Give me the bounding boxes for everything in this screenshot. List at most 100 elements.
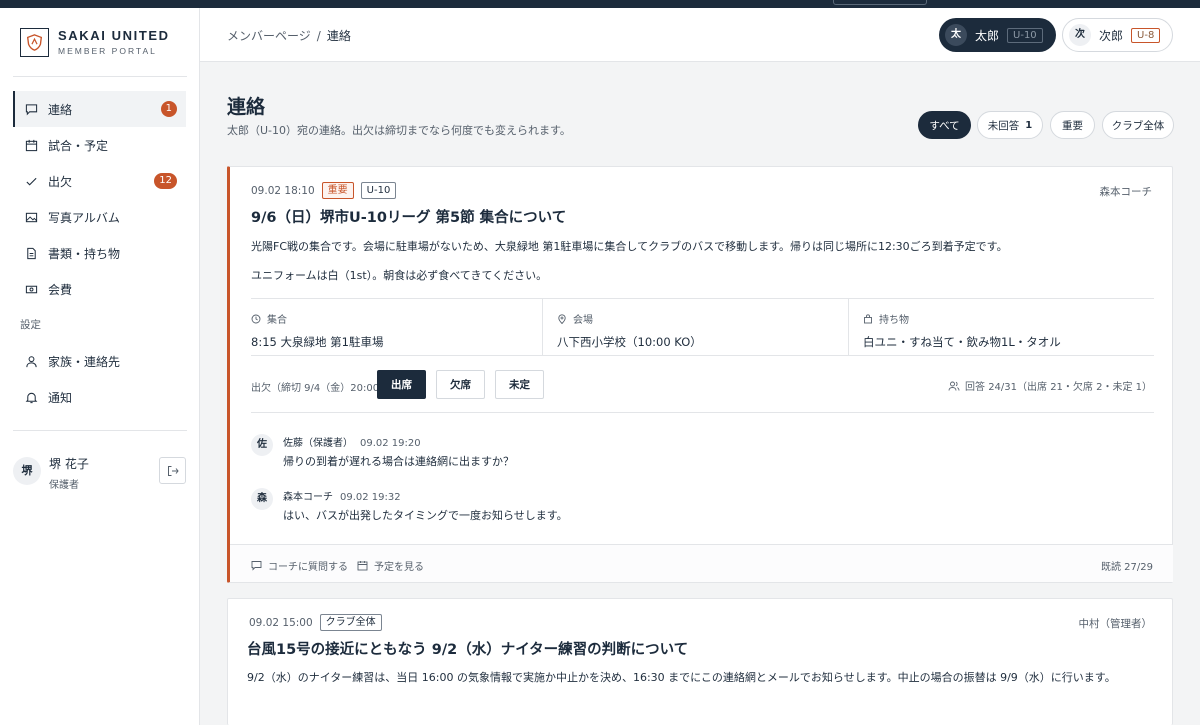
bell-icon: [24, 390, 38, 404]
people-icon: [948, 381, 960, 391]
nav-label: 連絡: [48, 102, 73, 117]
nav-item-album[interactable]: 写真アルバム: [13, 199, 186, 235]
message-icon: [24, 102, 38, 116]
clock-icon: [251, 314, 261, 323]
filter-all[interactable]: すべて: [918, 111, 971, 139]
document-icon: [24, 246, 38, 260]
comment-author: 森本コーチ: [283, 492, 333, 503]
pin-icon: [558, 313, 566, 324]
breadcrumb-parent[interactable]: メンバーページ: [227, 29, 311, 43]
nav-label: 書類・持ち物: [48, 246, 121, 261]
user-profile: 堺 堺 花子 保護者: [13, 450, 186, 496]
response-summary: 回答 24/31（出席 21・欠席 2・未定 1）: [948, 378, 1152, 393]
post-meta: 09.02 15:00 クラブ全体: [249, 614, 382, 631]
nav-label: 会費: [48, 282, 73, 297]
nav-item-family[interactable]: 家族・連絡先: [13, 343, 186, 379]
user-icon: [24, 354, 38, 368]
logout-button[interactable]: [159, 457, 186, 484]
child-switch-taro[interactable]: 太 太郎 U-10: [939, 18, 1056, 52]
post-author: 森本コーチ: [1099, 186, 1153, 198]
message-card: 09.02 18:10 重要 U-10 森本コーチ 9/6（日）堺市U-10リー…: [227, 166, 1173, 583]
response-count: 回答 24/31（出席 21・欠席 2・未定 1）: [965, 382, 1152, 393]
nav-item-documents[interactable]: 書類・持ち物: [13, 235, 186, 271]
attendance-deadline: 出欠（締切 9/4（金）20:00）: [251, 383, 390, 394]
money-icon: [24, 282, 38, 296]
child-name: 太郎: [975, 28, 1000, 43]
team-tag: U-10: [1007, 27, 1043, 43]
avatar: 堺: [13, 457, 41, 485]
user-role: 保護者: [49, 480, 79, 491]
divider: [13, 430, 187, 431]
info-value: 八下西小学校（10:00 KO）: [557, 335, 702, 349]
view-schedule-link[interactable]: 予定を見る: [357, 558, 424, 573]
filter-important[interactable]: 重要: [1050, 111, 1095, 139]
post-body: 光陽FC戦の集合です。会場に駐車場がないため、大泉緑地 第1駐車場に集合してクラ…: [251, 240, 1008, 253]
absent-button[interactable]: 欠席: [436, 370, 485, 399]
comment-time: 09.02 19:32: [340, 492, 401, 503]
info-label: 集合: [267, 315, 287, 326]
ask-coach-link[interactable]: コーチに質問する: [251, 558, 348, 573]
child-switch-jiro[interactable]: 次 次郎 U-8: [1062, 18, 1173, 52]
avatar: 佐: [251, 434, 273, 456]
sidebar: SAKAI UNITED MEMBER PORTAL 連絡 1 試合・予定 出欠…: [0, 8, 200, 725]
post-title: 9/6（日）堺市U-10リーグ 第5節 集合について: [251, 210, 567, 226]
team-tag: U-8: [1131, 27, 1161, 43]
pending-badge: 12: [154, 173, 177, 189]
important-tag: 重要: [321, 182, 354, 199]
top-bar-tab: [833, 0, 927, 5]
post-author: 中村（管理者）: [1078, 618, 1153, 630]
page-subtitle: 太郎（U-10）宛の連絡。出欠は締切までなら何度でも変えられます。: [227, 124, 571, 137]
filter-club-wide[interactable]: クラブ全体: [1102, 111, 1174, 139]
nav-item-attendance[interactable]: 出欠 12: [13, 163, 186, 199]
nav-item-fees[interactable]: 会費: [13, 271, 186, 307]
nav-item-messages[interactable]: 連絡 1: [13, 91, 186, 127]
message-icon: [251, 561, 262, 571]
post-time: 09.02 15:00: [249, 616, 313, 629]
nav-label: 写真アルバム: [48, 210, 120, 225]
nav-label: 出欠: [48, 174, 73, 189]
calendar-icon: [24, 138, 38, 152]
filter-count: 1: [1025, 119, 1033, 131]
team-tag: U-10: [360, 182, 397, 199]
read-count: 既読 27/29: [1101, 562, 1153, 573]
nav-label: 試合・予定: [48, 138, 109, 153]
club-wide-tag: クラブ全体: [319, 614, 382, 631]
filter-unanswered[interactable]: 未回答 1: [977, 111, 1043, 139]
image-icon: [24, 210, 38, 224]
post-body: 9/2（水）のナイター練習は、当日 16:00 の気象情報で実施か中止かを決め、…: [247, 671, 1116, 684]
child-name: 次郎: [1099, 28, 1124, 43]
post-title: 台風15号の接近にともなう 9/2（水）ナイター練習の判断について: [247, 642, 689, 658]
post-meta: 09.02 18:10 重要 U-10: [251, 182, 397, 199]
ask-coach-label: コーチに質問する: [268, 562, 348, 573]
filter-label: 未回答: [987, 119, 1020, 132]
top-bar: [0, 0, 1200, 8]
comment: 佐 佐藤（保護者） 09.02 19:20 帰りの到着が遅れる場合は連絡網に出ます…: [251, 434, 1111, 474]
undecided-button[interactable]: 未定: [495, 370, 544, 399]
nav-label: 家族・連絡先: [48, 354, 121, 369]
nav-label: 通知: [48, 390, 73, 405]
post-time: 09.02 18:10: [251, 184, 315, 197]
breadcrumb-separator: /: [316, 29, 321, 43]
calendar-icon: [357, 561, 368, 571]
post-body: ユニフォームは白（1st）。朝食は必ず食べてきてください。: [251, 269, 548, 282]
comment-text: はい、バスが出発したタイミングで一度お知らせします。: [283, 509, 568, 522]
check-icon: [24, 174, 38, 188]
settings-heading: 設定: [20, 319, 41, 331]
comment: 森 森本コーチ 09.02 19:32 はい、バスが出発したタイミングで一度お知ら…: [251, 488, 1111, 528]
avatar: 森: [251, 488, 273, 510]
brand[interactable]: SAKAI UNITED MEMBER PORTAL: [20, 28, 170, 57]
unread-badge: 1: [160, 101, 177, 117]
divider: [251, 412, 1154, 413]
info-meeting: 集合 8:15 大泉緑地 第1駐車場: [251, 299, 542, 355]
comment-text: 帰りの到着が遅れる場合は連絡網に出ますか？: [283, 455, 514, 468]
bag-icon: [864, 313, 872, 323]
main-nav: 連絡 1 試合・予定 出欠 12 写真アルバム 書類・持ち物 会費 設定 家族・…: [13, 91, 186, 415]
child-avatar: 次: [1069, 24, 1091, 46]
attend-button[interactable]: 出席: [377, 370, 426, 399]
comment-time: 09.02 19:20: [360, 438, 421, 449]
view-schedule-label: 予定を見る: [374, 562, 424, 573]
nav-item-schedule[interactable]: 試合・予定: [13, 127, 186, 163]
logout-icon: [167, 465, 179, 476]
card-footer: コーチに質問する 予定を見る 既読 27/29: [230, 544, 1173, 582]
nav-item-notifications[interactable]: 通知: [13, 379, 186, 415]
